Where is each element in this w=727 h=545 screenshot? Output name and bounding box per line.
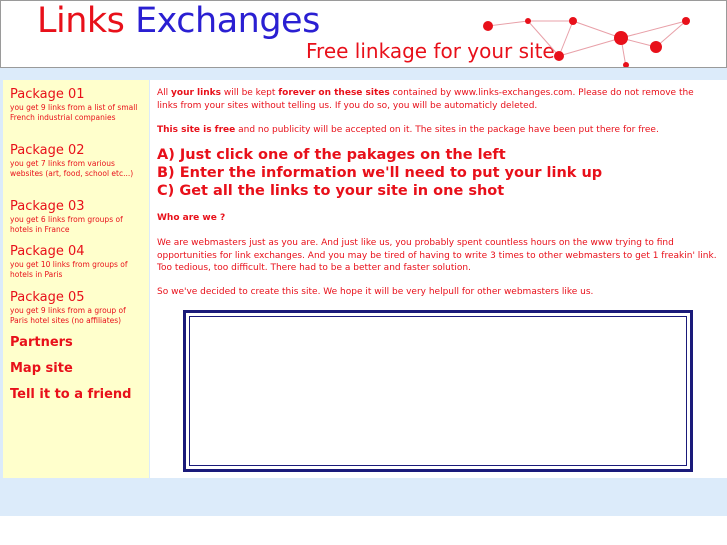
content-wrapper: Package 01 you get 9 links from a list o… — [0, 80, 727, 478]
package-title[interactable]: Package 04 — [10, 244, 146, 259]
package-title[interactable]: Package 01 — [10, 87, 146, 102]
header-banner: Links Exchanges Free linkage for your si… — [0, 0, 727, 68]
content-frame-inner — [189, 316, 687, 466]
package-description: you get 7 links from various websites (a… — [10, 159, 134, 178]
package-description: you get 10 links from groups of hotels i… — [10, 260, 128, 279]
step-a: A) Just click one of the pakages on the … — [157, 147, 506, 163]
sidebar-link-map-site[interactable]: Map site — [10, 361, 73, 376]
footer-bar — [0, 478, 727, 516]
sidebar-item-package-01[interactable]: Package 01 you get 9 links from a list o… — [10, 87, 146, 123]
sidebar-link-partners[interactable]: Partners — [10, 335, 73, 350]
site-logo[interactable]: Links Exchanges — [37, 1, 320, 41]
sidebar-nav: Package 01 you get 9 links from a list o… — [3, 80, 149, 478]
sidebar-item-package-02[interactable]: Package 02 you get 7 links from various … — [10, 143, 146, 179]
step-b: B) Enter the information we'll need to p… — [157, 165, 603, 181]
package-title[interactable]: Package 05 — [10, 290, 146, 305]
text-bold-free: This site is free — [157, 125, 236, 135]
logo-word-links: Links — [37, 1, 125, 41]
package-description: you get 6 links from groups of hotels in… — [10, 215, 123, 234]
sidebar-item-package-05[interactable]: Package 05 you get 9 links from a group … — [10, 290, 146, 326]
text-fragment: and no publicity will be accepted on it.… — [235, 125, 659, 135]
closing-paragraph: So we've decided to create this site. We… — [157, 287, 594, 297]
step-c: C) Get all the links to your site in one… — [157, 183, 505, 199]
top-spacer-bar — [0, 68, 727, 80]
intro-paragraph: All your links will be kept forever on t… — [157, 87, 717, 112]
package-title[interactable]: Package 02 — [10, 143, 146, 158]
logo-word-exchanges: Exchanges — [135, 1, 320, 41]
molecule-graphic — [483, 17, 690, 67]
main-content: All your links will be kept forever on t… — [150, 80, 727, 478]
sidebar-item-package-04[interactable]: Package 04 you get 10 links from groups … — [10, 244, 146, 280]
text-bold-forever: forever on these sites — [278, 88, 390, 98]
free-site-paragraph: This site is free and no publicity will … — [157, 124, 717, 137]
about-paragraph: We are webmasters just as you are. And j… — [157, 238, 717, 273]
package-description: you get 9 links from a list of small Fre… — [10, 103, 138, 122]
package-description: you get 9 links from a group of Paris ho… — [10, 306, 126, 325]
who-are-we-heading: Who are we ? — [157, 213, 226, 223]
text-fragment: All — [157, 88, 172, 98]
text-bold-your-links: your links — [171, 88, 221, 98]
package-title[interactable]: Package 03 — [10, 199, 146, 214]
sidebar-link-tell-friend[interactable]: Tell it to a friend — [10, 387, 131, 402]
text-fragment: will be kept — [220, 88, 279, 98]
content-frame — [183, 310, 693, 472]
sidebar-item-package-03[interactable]: Package 03 you get 6 links from groups o… — [10, 199, 146, 235]
